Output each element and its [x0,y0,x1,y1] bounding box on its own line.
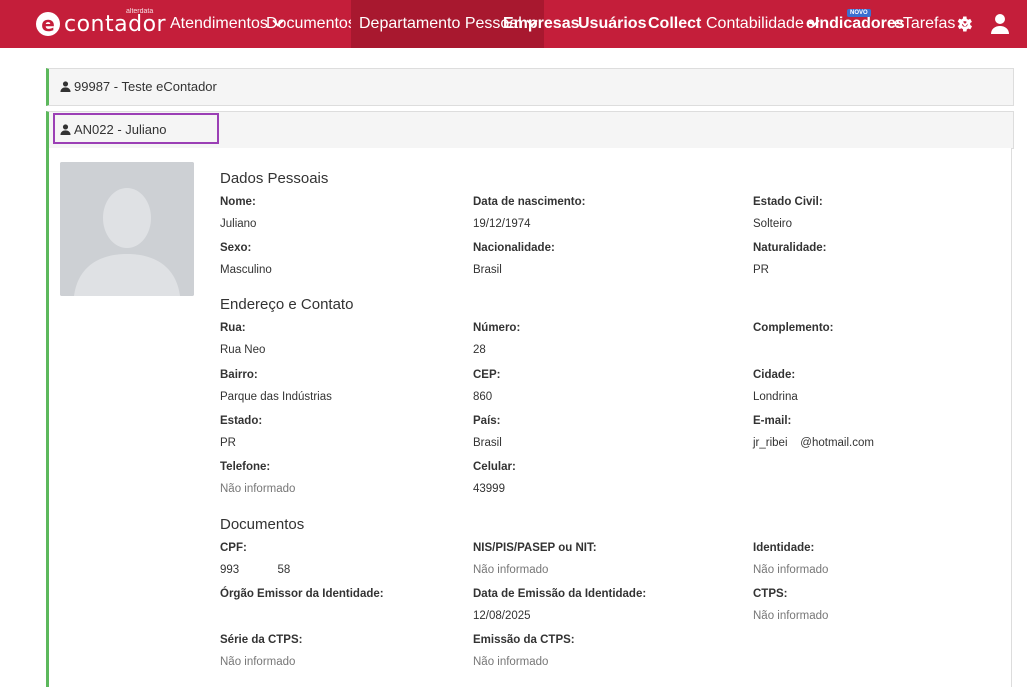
section-endereco-contato: Endereço e Contato [220,296,354,313]
nav-eindicadores[interactable]: eIndicadores NOVO [806,0,905,48]
label-estado-civil: Estado Civil: [753,196,823,208]
logo-e-icon: e [36,12,60,36]
value-cidade: Londrina [753,391,798,403]
label-pais: País: [473,415,501,427]
label-ctps: CTPS: [753,588,788,600]
gear-icon[interactable] [954,14,974,34]
label-cpf: CPF: [220,542,247,554]
value-identidade: Não informado [753,564,829,576]
company-panel[interactable]: 99987 - Teste eContador [46,68,1014,106]
label-email: E-mail: [753,415,792,427]
company-name: 99987 - Teste eContador [74,79,217,94]
value-nome: Juliano [220,218,257,230]
econtador-logo[interactable]: e contador alterdata [36,6,166,42]
top-navbar: e contador alterdata Atendimentos Docume… [0,0,1027,48]
value-nacionalidade: Brasil [473,264,502,276]
nav-usuarios[interactable]: Usuários [578,0,646,48]
novo-badge: NOVO [847,9,871,17]
section-dados-pessoais: Dados Pessoais [220,170,329,187]
label-cidade: Cidade: [753,369,796,381]
label-emissao-ctps: Emissão da CTPS: [473,634,575,646]
label-identidade: Identidade: [753,542,815,554]
user-icon[interactable] [990,13,1010,35]
label-nascimento: Data de nascimento: [473,196,586,208]
value-numero: 28 [473,344,486,356]
value-bairro: Parque das Indústrias [220,391,332,403]
value-sexo: Masculino [220,264,272,276]
label-nome: Nome: [220,196,256,208]
value-cpf: 993 58 [220,564,291,576]
value-celular: 43999 [473,483,505,495]
label-cep: CEP: [473,369,501,381]
value-serie-ctps: Não informado [220,656,296,668]
nav-label: Usuários [578,15,647,32]
nav-label: Contabilidade [706,15,804,32]
logo-text: contador [64,11,167,37]
nav-label: Documentos [266,15,356,32]
label-emissao-identidade: Data de Emissão da Identidade: [473,588,647,600]
label-naturalidade: Naturalidade: [753,242,827,254]
nav-empresas[interactable]: Empresas [503,0,580,48]
label-sexo: Sexo: [220,242,252,254]
nav-label: Departamento Pessoal [359,15,522,32]
company-panel-header[interactable]: 99987 - Teste eContador [49,69,1013,105]
value-nascimento: 19/12/1974 [473,218,531,230]
user-icon [60,81,71,92]
logo-subtitle: alterdata [126,8,154,15]
value-naturalidade: PR [753,264,769,276]
value-telefone: Não informado [220,483,296,495]
value-emissao-ctps: Não informado [473,656,549,668]
label-complemento: Complemento: [753,322,834,334]
value-ctps: Não informado [753,610,829,622]
label-telefone: Telefone: [220,461,271,473]
value-cep: 860 [473,391,493,403]
value-estado: PR [220,437,236,449]
label-celular: Celular: [473,461,516,473]
label-bairro: Bairro: [220,369,258,381]
label-numero: Número: [473,322,521,334]
section-documentos: Documentos [220,516,305,533]
label-estado: Estado: [220,415,263,427]
label-rua: Rua: [220,322,246,334]
value-estado-civil: Solteiro [753,218,792,230]
selection-highlight [53,113,219,144]
avatar [60,162,194,296]
nav-label: eTarefas [894,15,956,32]
value-nis: Não informado [473,564,549,576]
label-nis: NIS/PIS/PASEP ou NIT: [473,542,597,554]
value-email: jr_ribei @hotmail.com [753,437,874,449]
nav-contabilidade[interactable]: Contabilidade [706,0,820,48]
nav-collect[interactable]: Collect [648,0,701,48]
label-serie-ctps: Série da CTPS: [220,634,303,646]
avatar-placeholder-icon [60,162,194,296]
value-emissao-identidade: 12/08/2025 [473,610,531,622]
value-pais: Brasil [473,437,502,449]
nav-label: Empresas [503,15,580,32]
nav-label: Atendimentos [170,15,268,32]
value-rua: Rua Neo [220,344,266,356]
nav-label: Collect [648,15,702,32]
label-nacionalidade: Nacionalidade: [473,242,555,254]
label-orgao-emissor: Órgão Emissor da Identidade: [220,588,384,600]
nav-label: eIndicadores [806,15,905,32]
